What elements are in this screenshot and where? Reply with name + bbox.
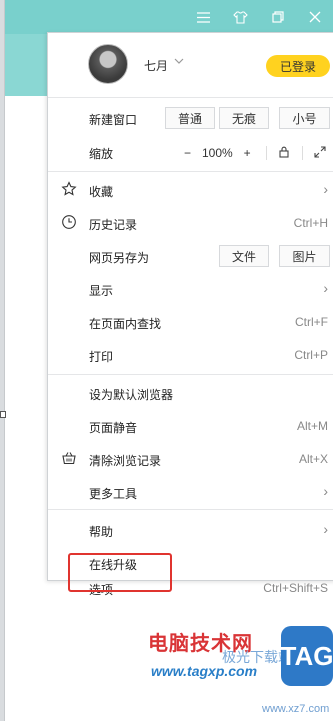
new-window-normal-button[interactable]: 普通 <box>165 107 215 129</box>
new-window-label: 新建窗口 <box>89 113 138 127</box>
divider <box>48 171 333 172</box>
menu-item-favorites[interactable]: 收藏 › <box>48 173 333 206</box>
profile-section: 七月 已登录 <box>48 33 333 96</box>
menu-item-print[interactable]: 打印 Ctrl+P <box>48 338 333 371</box>
lock-icon[interactable] <box>275 146 294 161</box>
menu-item-label: 更多工具 <box>89 487 138 501</box>
menu-item-label: 显示 <box>89 284 114 298</box>
menu-item-new-window: 新建窗口 普通 无痕 小号 <box>48 101 333 134</box>
zoom-label: 缩放 <box>89 147 114 161</box>
close-icon[interactable] <box>296 0 333 34</box>
zoom-value: 100% <box>201 146 233 160</box>
divider <box>48 97 333 98</box>
menu-item-more-tools[interactable]: 更多工具 › <box>48 475 333 508</box>
watermark-url: www.tagxp.com <box>151 663 258 679</box>
skin-icon[interactable] <box>222 0 259 34</box>
save-as-image-button[interactable]: 图片 <box>279 245 330 267</box>
fullscreen-icon[interactable] <box>311 145 330 161</box>
resize-handle[interactable] <box>0 411 6 418</box>
chevron-right-icon: › <box>323 521 328 537</box>
restore-icon[interactable] <box>259 0 296 34</box>
menu-item-save-page-as: 网页另存为 文件 图片 <box>48 239 333 272</box>
menu-item-clear-browsing-data[interactable]: 清除浏览记录 Alt+X <box>48 442 333 475</box>
menu-item-label: 页面静音 <box>89 421 138 435</box>
watermark: 电脑技术网 极光下载站 www.tagxp.com www.xz7.com TA… <box>146 623 333 721</box>
browser-main-menu: 七月 已登录 新建窗口 普通 无痕 小号 缩放 − 100% + 收藏 › 历史… <box>47 32 333 597</box>
new-window-incognito-button[interactable]: 无痕 <box>219 107 269 129</box>
window-controls <box>185 0 333 34</box>
zoom-controls: − 100% + <box>177 142 330 164</box>
menu-item-mute-page[interactable]: 页面静音 Alt+M <box>48 409 333 442</box>
title-bar <box>5 0 333 34</box>
menu-item-zoom: 缩放 − 100% + <box>48 135 333 168</box>
menu-item-history[interactable]: 历史记录 Ctrl+H <box>48 206 333 239</box>
watermark-sub: www.xz7.com <box>262 703 330 715</box>
clock-icon <box>61 214 77 230</box>
menu-item-label: 网页另存为 <box>89 251 150 265</box>
basket-icon <box>61 450 77 466</box>
chevron-right-icon: › <box>323 280 328 296</box>
star-icon <box>61 181 77 197</box>
watermark-logo: TAG <box>281 626 333 686</box>
menu-item-find-in-page[interactable]: 在页面内查找 Ctrl+F <box>48 305 333 338</box>
new-window-alt-account-button[interactable]: 小号 <box>279 107 330 129</box>
menu-item-label: 帮助 <box>89 525 114 539</box>
menu-item-label: 收藏 <box>89 185 114 199</box>
shortcut-label: Ctrl+F <box>295 315 328 329</box>
shortcut-label: Ctrl+H <box>293 216 328 230</box>
divider <box>48 374 333 375</box>
menu-icon[interactable] <box>185 0 222 34</box>
shortcut-label: Ctrl+P <box>294 348 328 362</box>
shortcut-label: Alt+M <box>296 419 328 433</box>
chevron-down-icon[interactable] <box>174 56 184 67</box>
shortcut-label: Alt+X <box>298 452 328 466</box>
menu-item-label: 设为默认浏览器 <box>89 388 174 402</box>
menu-item-label: 在页面内查找 <box>89 317 162 331</box>
login-status-button[interactable]: 已登录 <box>266 55 330 77</box>
menu-item-label: 历史记录 <box>89 218 138 232</box>
avatar[interactable] <box>88 44 128 84</box>
zoom-out-button[interactable]: − <box>177 146 198 160</box>
chevron-right-icon: › <box>323 483 328 499</box>
highlight-box <box>68 553 172 592</box>
menu-item-label: 打印 <box>89 350 114 364</box>
zoom-in-button[interactable]: + <box>237 146 258 160</box>
shortcut-label: Ctrl+Shift+S <box>263 581 328 595</box>
save-as-file-button[interactable]: 文件 <box>219 245 269 267</box>
username[interactable]: 七月 <box>144 57 168 74</box>
menu-item-set-default-browser[interactable]: 设为默认浏览器 <box>48 376 333 409</box>
divider <box>48 509 333 510</box>
menu-item-display[interactable]: 显示 › <box>48 272 333 305</box>
chevron-right-icon: › <box>323 181 328 197</box>
menu-item-help[interactable]: 帮助 › <box>48 513 333 546</box>
window-left-edge <box>0 0 5 721</box>
menu-item-label: 清除浏览记录 <box>89 454 162 468</box>
